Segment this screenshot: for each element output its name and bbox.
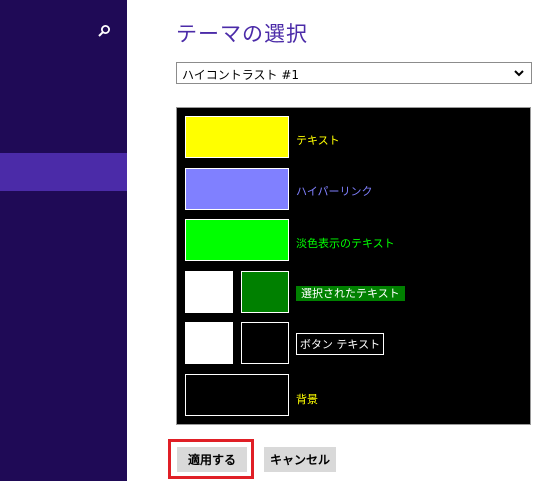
text-label: テキスト — [296, 134, 340, 147]
selected-text-fg-swatch[interactable] — [185, 271, 233, 313]
hyperlink-label: ハイパーリンク — [296, 185, 373, 198]
text-color-swatch[interactable] — [185, 116, 289, 158]
cancel-button[interactable]: キャンセル — [264, 447, 336, 472]
selected-text-label: 選択されたテキスト — [296, 286, 405, 301]
background-color-swatch[interactable] — [185, 374, 289, 416]
hyperlink-color-swatch[interactable] — [185, 168, 289, 210]
sidebar — [0, 0, 127, 481]
button-text-label: ボタン テキスト — [296, 333, 384, 355]
theme-preview: テキスト ハイパーリンク 淡色表示のテキスト 選択されたテキスト ボタン テキス… — [176, 107, 531, 425]
sidebar-item-selected[interactable] — [0, 153, 127, 191]
button-text-bg-swatch[interactable] — [241, 322, 289, 364]
theme-select[interactable]: ハイコントラスト #1 — [176, 62, 532, 84]
button-text-fg-swatch[interactable] — [185, 322, 233, 364]
search-icon[interactable] — [97, 24, 111, 38]
disabled-text-label: 淡色表示のテキスト — [296, 237, 395, 250]
chevron-down-icon — [514, 70, 524, 77]
selected-text-bg-swatch[interactable] — [241, 271, 289, 313]
apply-button[interactable]: 適用する — [177, 447, 247, 472]
theme-select-value: ハイコントラスト #1 — [182, 68, 300, 82]
disabled-text-color-swatch[interactable] — [185, 219, 289, 261]
background-label: 背景 — [296, 393, 318, 406]
page-title: テーマの選択 — [176, 22, 308, 46]
